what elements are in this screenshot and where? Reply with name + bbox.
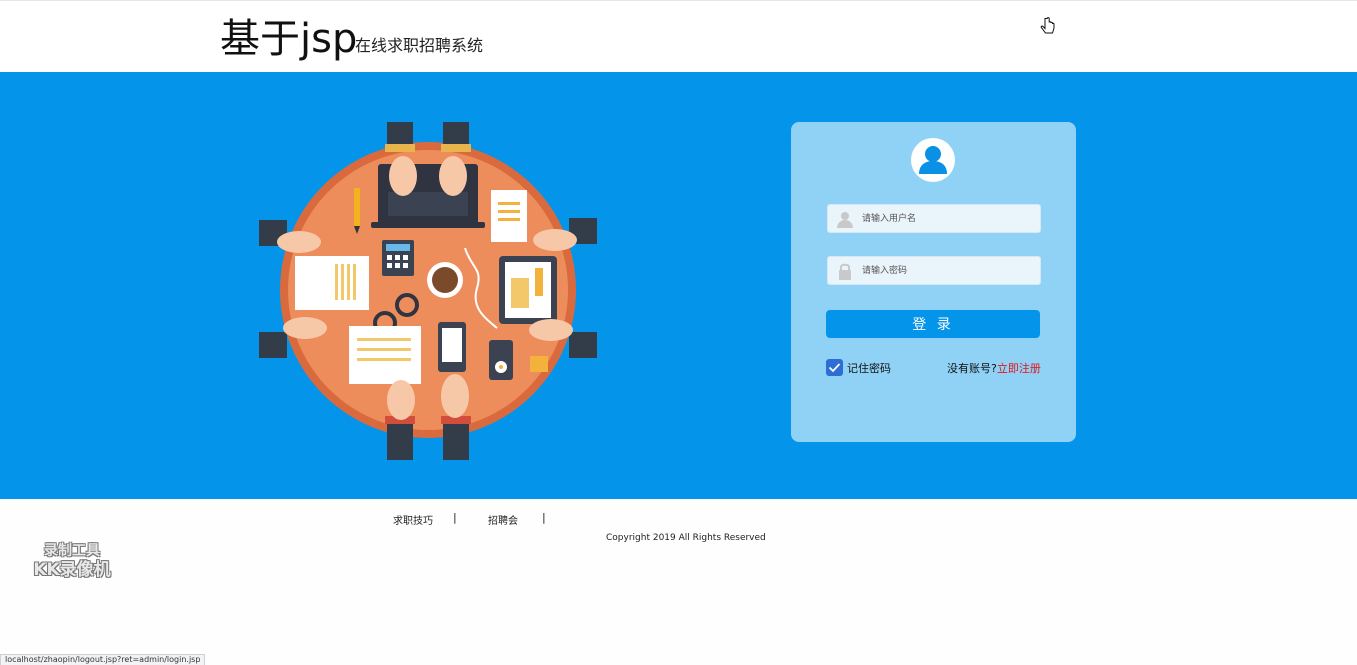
nav-separator: | <box>542 511 546 524</box>
user-avatar-icon <box>911 138 955 182</box>
watermark-line-2: KK录像机 <box>33 560 111 580</box>
password-field <box>827 256 1041 285</box>
footer-nav: 求职技巧 | 招聘会 | <box>0 511 1357 528</box>
no-account-text: 没有账号? <box>947 362 997 375</box>
register-prompt: 没有账号?立即注册 <box>947 360 1041 376</box>
login-button[interactable]: 登 录 <box>826 310 1040 338</box>
site-subtitle: 在线求职招聘系统 <box>355 36 484 55</box>
status-bar-url: localhost/zhaopin/logout.jsp?ret=admin/l… <box>0 654 206 665</box>
copyright: Copyright 2019 All Rights Reserved <box>606 533 766 543</box>
login-card: 登 录 记住密码 没有账号?立即注册 <box>791 122 1076 442</box>
remember-label: 记住密码 <box>847 362 891 375</box>
lock-icon <box>839 263 851 280</box>
user-icon <box>837 212 853 228</box>
remember-checkbox[interactable] <box>826 359 843 376</box>
register-link[interactable]: 立即注册 <box>997 362 1041 375</box>
password-input[interactable] <box>862 257 1038 284</box>
meeting-illustration <box>259 122 597 460</box>
recorder-watermark: 录制工具 KK录像机 <box>22 543 122 581</box>
username-input[interactable] <box>862 205 1038 232</box>
cursor-hand-icon <box>1040 17 1055 34</box>
header: 基于jsp 在线求职招聘系统 <box>0 0 1357 72</box>
check-icon <box>828 363 841 373</box>
nav-separator: | <box>453 511 457 524</box>
site-title: 基于jsp <box>220 16 358 62</box>
watermark-line-1: 录制工具 <box>44 543 100 559</box>
username-field <box>827 204 1041 233</box>
footer-link-job-fair[interactable]: 招聘会 <box>488 512 518 527</box>
footer-link-job-tips[interactable]: 求职技巧 <box>393 512 433 527</box>
hero-banner <box>0 72 1357 499</box>
